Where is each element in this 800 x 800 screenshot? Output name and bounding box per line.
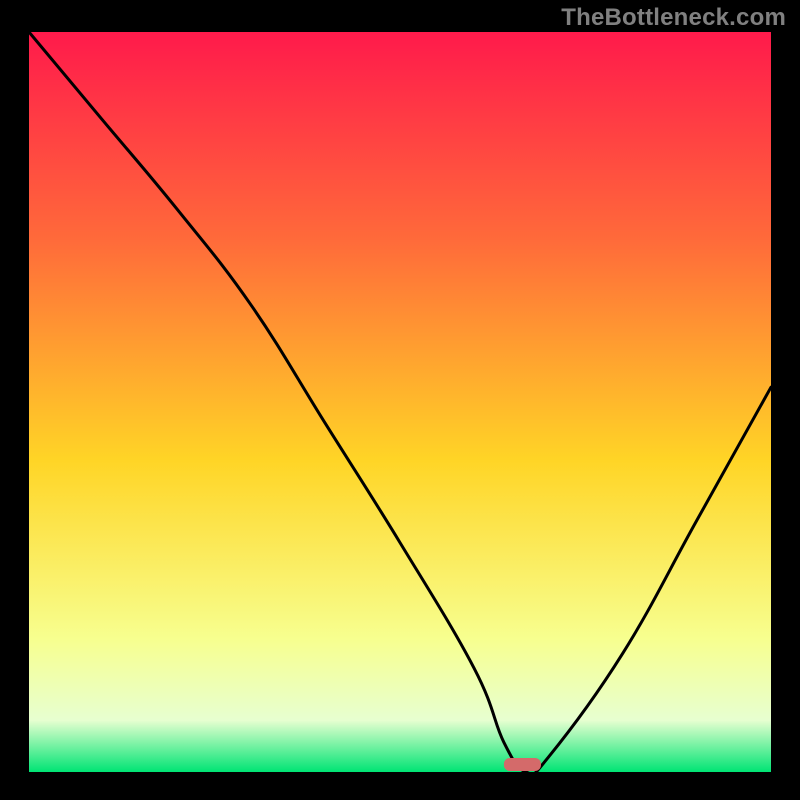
chart-frame: TheBottleneck.com <box>0 0 800 800</box>
bottleneck-chart <box>29 32 771 772</box>
gradient-background <box>29 32 771 772</box>
optimal-marker <box>504 758 541 771</box>
attribution-label: TheBottleneck.com <box>561 4 786 32</box>
